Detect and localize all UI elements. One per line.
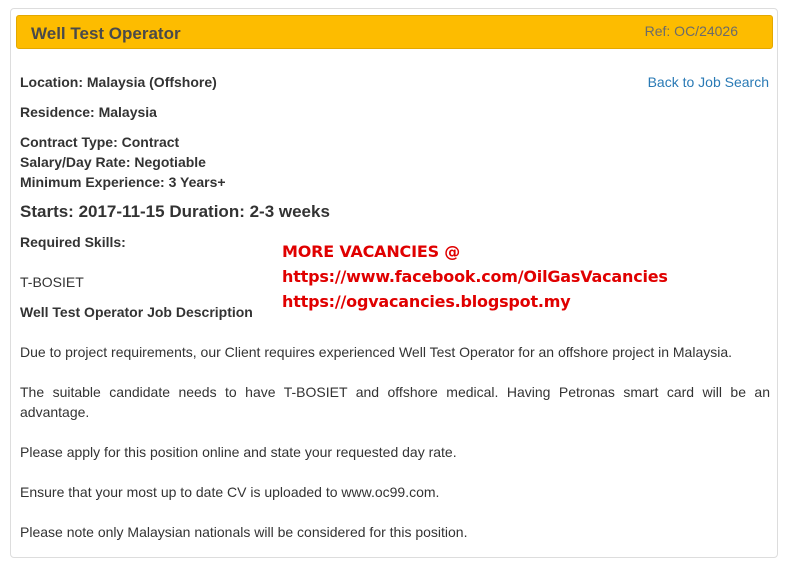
promo-facebook-url: https://www.facebook.com/OilGasVacancies bbox=[282, 267, 668, 286]
promo-blog-url: https://ogvacancies.blogspot.my bbox=[282, 292, 571, 311]
required-skills-label: Required Skills: bbox=[20, 234, 126, 250]
job-residence: Residence: Malaysia bbox=[20, 104, 157, 120]
promo-line-1: MORE VACANCIES @ bbox=[282, 242, 461, 261]
description-paragraph: Due to project requirements, our Client … bbox=[20, 344, 733, 360]
job-title: Well Test Operator bbox=[31, 24, 181, 43]
job-start-duration: Starts: 2017-11-15 Duration: 2-3 weeks bbox=[20, 202, 330, 221]
description-paragraph: Please note only Malaysian nationals wil… bbox=[20, 524, 468, 540]
job-location: Location: Malaysia (Offshore) bbox=[20, 74, 217, 90]
back-to-job-search-link[interactable]: Back to Job Search bbox=[648, 74, 769, 90]
job-reference: Ref: OC/24026 bbox=[644, 23, 738, 39]
job-contract-type: Contract Type: Contract bbox=[20, 134, 180, 150]
job-experience: Minimum Experience: 3 Years+ bbox=[20, 174, 226, 190]
job-header-bar: Well Test Operator Ref: OC/24026 bbox=[16, 15, 773, 49]
description-paragraph: Please apply for this position online an… bbox=[20, 444, 457, 460]
job-salary: Salary/Day Rate: Negotiable bbox=[20, 154, 206, 170]
promo-overlay: MORE VACANCIES @ https://www.facebook.co… bbox=[282, 239, 668, 314]
description-paragraph: The suitable candidate needs to have T-B… bbox=[20, 384, 770, 420]
job-description-heading: Well Test Operator Job Description bbox=[20, 304, 253, 320]
job-card: Well Test Operator Ref: OC/24026 Back to… bbox=[10, 8, 778, 558]
required-skill-item: T-BOSIET bbox=[20, 274, 84, 290]
description-paragraph: Ensure that your most up to date CV is u… bbox=[20, 484, 440, 500]
